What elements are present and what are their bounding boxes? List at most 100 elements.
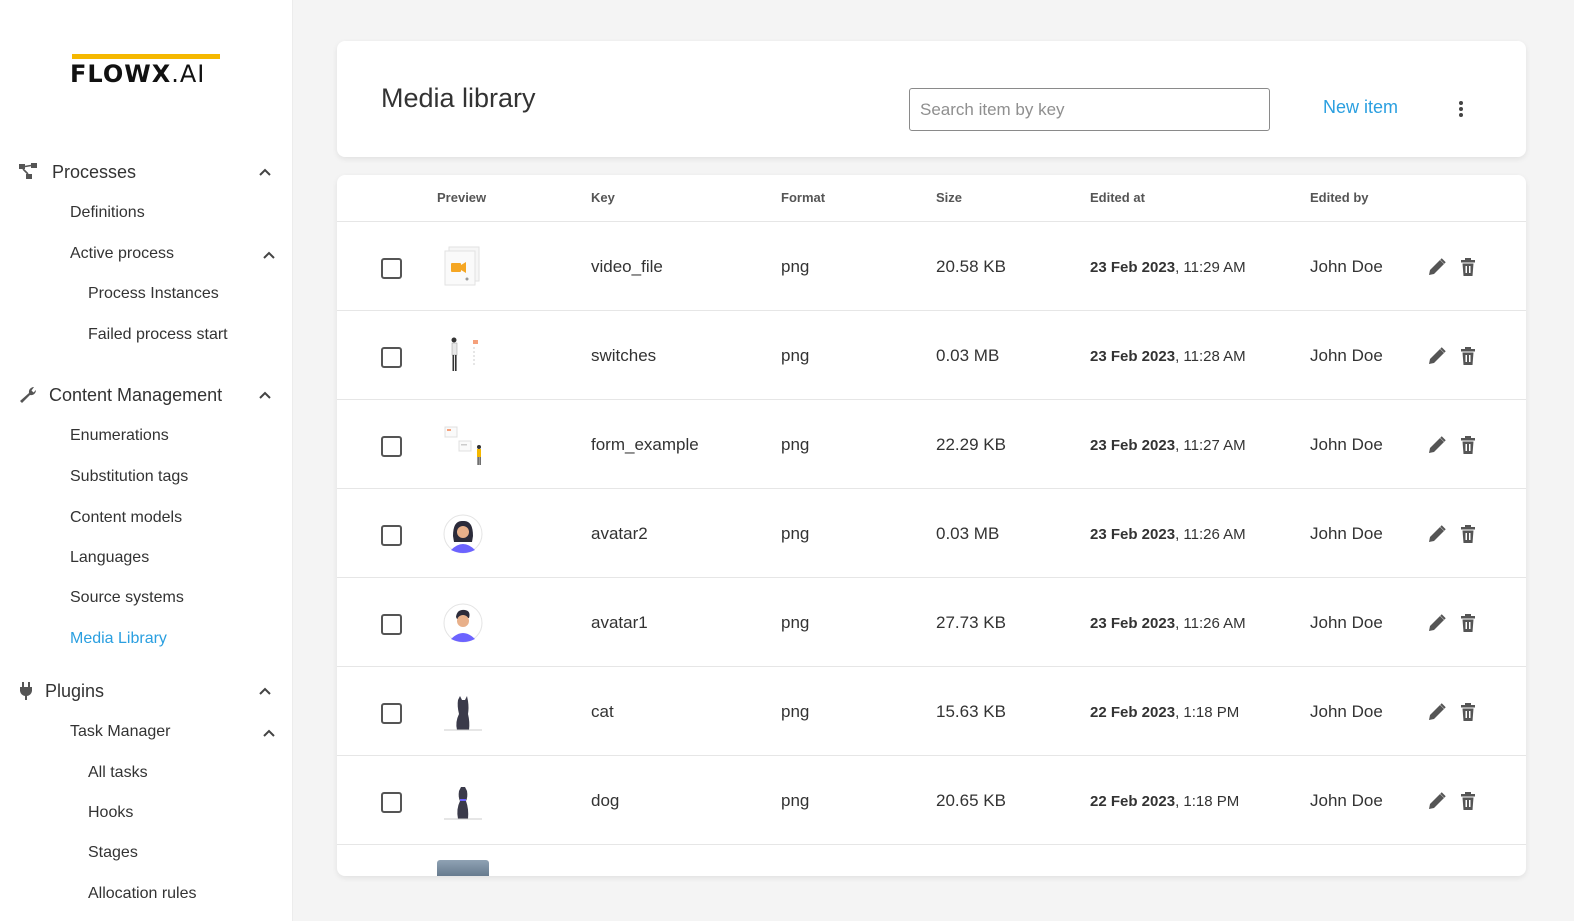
row-key: avatar1 bbox=[591, 613, 648, 632]
row-edited-at: 23 Feb 2023, 11:26 AM bbox=[1090, 615, 1246, 632]
sidebar-item-substitution-tags[interactable]: Substitution tags bbox=[0, 464, 293, 492]
row-edited-by: John Doe bbox=[1310, 257, 1383, 276]
sidebar-item-failed-process-start[interactable]: Failed process start bbox=[0, 322, 293, 350]
row-edited-by: John Doe bbox=[1310, 435, 1383, 454]
process-flow-icon bbox=[18, 162, 40, 182]
pencil-icon[interactable] bbox=[1427, 791, 1447, 811]
pencil-icon[interactable] bbox=[1427, 524, 1447, 544]
table-row[interactable]: cat png 15.63 KB 22 Feb 2023, 1:18 PM Jo… bbox=[337, 667, 1526, 756]
sidebar-section-processes[interactable]: Processes bbox=[0, 156, 293, 188]
trash-icon[interactable] bbox=[1458, 613, 1478, 633]
row-checkbox[interactable] bbox=[381, 436, 402, 457]
wrench-icon bbox=[18, 385, 40, 405]
pencil-icon[interactable] bbox=[1427, 613, 1447, 633]
more-options-icon[interactable] bbox=[1451, 97, 1471, 121]
sidebar-section-label: Processes bbox=[52, 162, 137, 182]
sidebar-item-hooks[interactable]: Hooks bbox=[0, 800, 293, 828]
row-edited-by: John Doe bbox=[1310, 346, 1383, 365]
pencil-icon[interactable] bbox=[1427, 346, 1447, 366]
sidebar-item-enumerations[interactable]: Enumerations bbox=[0, 423, 293, 451]
row-key: form_example bbox=[591, 435, 699, 454]
chevron-up-icon[interactable] bbox=[262, 248, 276, 262]
logo-bar bbox=[72, 54, 220, 59]
chevron-up-icon[interactable] bbox=[258, 165, 272, 179]
column-header-size: Size bbox=[936, 190, 963, 205]
trash-icon[interactable] bbox=[1458, 435, 1478, 455]
sidebar-item-all-tasks[interactable]: All tasks bbox=[0, 760, 293, 788]
row-edited-at: 23 Feb 2023, 11:26 AM bbox=[1090, 526, 1246, 543]
row-size: 20.58 KB bbox=[936, 257, 1006, 276]
partial-row-thumbnail bbox=[437, 860, 489, 876]
sidebar-item-definitions[interactable]: Definitions bbox=[0, 200, 293, 228]
search-input[interactable] bbox=[909, 88, 1270, 131]
sidebar-item-stages[interactable]: Stages bbox=[0, 840, 293, 868]
row-checkbox[interactable] bbox=[381, 347, 402, 368]
row-checkbox[interactable] bbox=[381, 792, 402, 813]
row-checkbox[interactable] bbox=[381, 258, 402, 279]
row-edited-at: 23 Feb 2023, 11:27 AM bbox=[1090, 437, 1246, 454]
row-format: png bbox=[781, 702, 810, 721]
sidebar-item-languages[interactable]: Languages bbox=[0, 545, 293, 573]
chevron-up-icon[interactable] bbox=[262, 726, 276, 740]
sidebar-item-source-systems[interactable]: Source systems bbox=[0, 585, 293, 613]
cat-thumbnail bbox=[441, 690, 485, 734]
chevron-up-icon[interactable] bbox=[258, 684, 272, 698]
table-row[interactable]: switches png 0.03 MB 23 Feb 2023, 11:28 … bbox=[337, 311, 1526, 400]
column-header-format: Format bbox=[781, 190, 826, 205]
new-item-button[interactable]: New item bbox=[1323, 97, 1398, 118]
row-format: png bbox=[781, 435, 810, 454]
row-edited-at: 22 Feb 2023, 1:18 PM bbox=[1090, 793, 1240, 810]
avatar2-thumbnail bbox=[441, 512, 485, 556]
row-size: 0.03 MB bbox=[936, 524, 1000, 543]
pencil-icon[interactable] bbox=[1427, 702, 1447, 722]
sidebar: FLOWX.AI Processes Definitions Active pr… bbox=[0, 0, 293, 921]
row-size: 0.03 MB bbox=[936, 346, 1000, 365]
row-edited-at: 23 Feb 2023, 11:28 AM bbox=[1090, 348, 1246, 365]
table-row[interactable]: avatar1 png 27.73 KB 23 Feb 2023, 11:26 … bbox=[337, 578, 1526, 667]
row-key: dog bbox=[591, 791, 620, 810]
trash-icon[interactable] bbox=[1458, 257, 1478, 277]
trash-icon[interactable] bbox=[1458, 791, 1478, 811]
table-header: Preview Key Format Size Edited at Edited… bbox=[337, 175, 1526, 222]
row-size: 20.65 KB bbox=[936, 791, 1006, 810]
sidebar-item-active-process[interactable]: Active process bbox=[0, 241, 293, 269]
trash-icon[interactable] bbox=[1458, 702, 1478, 722]
sidebar-item-media-library[interactable]: Media Library bbox=[0, 626, 293, 654]
header-card: Media library New item bbox=[337, 41, 1526, 157]
column-header-edited-by: Edited by bbox=[1310, 190, 1369, 205]
row-key: video_file bbox=[591, 257, 663, 276]
row-checkbox[interactable] bbox=[381, 703, 402, 724]
column-header-edited-at: Edited at bbox=[1090, 190, 1145, 205]
row-size: 27.73 KB bbox=[936, 613, 1006, 632]
sidebar-item-task-manager[interactable]: Task Manager bbox=[0, 719, 293, 747]
trash-icon[interactable] bbox=[1458, 346, 1478, 366]
table-row[interactable]: dog png 20.65 KB 22 Feb 2023, 1:18 PM Jo… bbox=[337, 756, 1526, 845]
table-row[interactable]: avatar2 png 0.03 MB 23 Feb 2023, 11:26 A… bbox=[337, 489, 1526, 578]
sidebar-section-plugins[interactable]: Plugins bbox=[0, 675, 293, 707]
table-row[interactable]: video_file png 20.58 KB 23 Feb 2023, 11:… bbox=[337, 222, 1526, 311]
video-file-thumbnail bbox=[441, 245, 485, 289]
avatar1-thumbnail bbox=[441, 601, 485, 645]
pencil-icon[interactable] bbox=[1427, 435, 1447, 455]
sidebar-item-allocation-rules[interactable]: Allocation rules bbox=[0, 881, 293, 909]
sidebar-section-label: Plugins bbox=[45, 681, 105, 701]
row-edited-by: John Doe bbox=[1310, 613, 1383, 632]
flowx-logo[interactable]: FLOWX.AI bbox=[70, 54, 222, 88]
row-format: png bbox=[781, 524, 810, 543]
sidebar-section-content-management[interactable]: Content Management bbox=[0, 379, 293, 411]
column-header-preview: Preview bbox=[437, 190, 487, 205]
row-format: png bbox=[781, 346, 810, 365]
table-row[interactable]: form_example png 22.29 KB 23 Feb 2023, 1… bbox=[337, 400, 1526, 489]
trash-icon[interactable] bbox=[1458, 524, 1478, 544]
row-format: png bbox=[781, 257, 810, 276]
plug-icon bbox=[18, 681, 40, 701]
row-edited-by: John Doe bbox=[1310, 524, 1383, 543]
pencil-icon[interactable] bbox=[1427, 257, 1447, 277]
row-edited-by: John Doe bbox=[1310, 791, 1383, 810]
sidebar-item-content-models[interactable]: Content models bbox=[0, 505, 293, 533]
row-edited-at: 22 Feb 2023, 1:18 PM bbox=[1090, 704, 1240, 721]
row-checkbox[interactable] bbox=[381, 614, 402, 635]
row-checkbox[interactable] bbox=[381, 525, 402, 546]
chevron-up-icon[interactable] bbox=[258, 388, 272, 402]
sidebar-item-process-instances[interactable]: Process Instances bbox=[0, 281, 293, 309]
